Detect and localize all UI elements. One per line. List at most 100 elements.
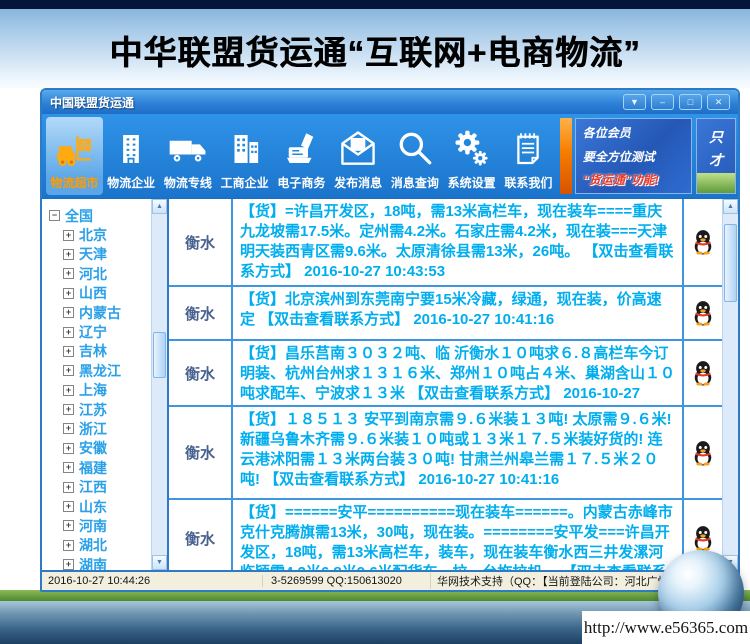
tree-item-label: 天津 [79, 244, 107, 264]
collapse-icon[interactable]: − [49, 210, 60, 221]
expand-icon[interactable]: + [63, 346, 74, 357]
tree-item-label: 安徽 [79, 438, 107, 458]
toolbar-button-publish-message[interactable]: 发布消息 [330, 117, 387, 195]
expand-icon[interactable]: + [63, 404, 74, 415]
expand-icon[interactable]: + [63, 365, 74, 376]
tree-item-province[interactable]: +湖南 [63, 555, 151, 570]
expand-icon[interactable]: + [63, 385, 74, 396]
tree-item-province[interactable]: +山东 [63, 497, 151, 516]
qq-penguin-icon [692, 229, 714, 255]
city-cell: 衡水 [169, 500, 233, 576]
minimize-button[interactable]: – [651, 94, 674, 110]
freight-message-row[interactable]: 衡水 【货】======安平==========现在装车======。内蒙古赤峰… [169, 500, 722, 578]
toolbar-button-label: 发布消息 [334, 174, 382, 191]
expand-icon[interactable]: + [63, 482, 74, 493]
tree-item-province[interactable]: + 天津 [63, 245, 151, 264]
qq-cell[interactable] [684, 341, 722, 405]
tree-item-province[interactable]: +河南 [63, 516, 151, 535]
scrollbar-thumb[interactable] [724, 224, 737, 302]
window-titlebar[interactable]: 中国联盟货运通 ▼ – □ ✕ [42, 90, 738, 114]
building-icon [110, 126, 152, 172]
message-text[interactable]: 【货】１８５１３ 安平到南京需９.６米装１３吨! 太原需９.６米! 新疆乌鲁木齐… [233, 407, 684, 498]
tree-item-province[interactable]: +黑龙江 [63, 361, 151, 380]
tree-item-label: 辽宁 [79, 322, 107, 342]
status-qq-number: 3-5269599 QQ:150613020 [262, 575, 430, 587]
toolbar-button-business-company[interactable]: 工商企业 [216, 117, 273, 195]
expand-icon[interactable]: + [63, 540, 74, 551]
maximize-button[interactable]: □ [679, 94, 702, 110]
sidebar-scrollbar[interactable]: ▲ ▼ [151, 199, 167, 570]
promo-line: 要全方位测试 [583, 148, 685, 165]
expand-icon[interactable]: + [63, 249, 74, 260]
toolbar-button-logistics-company[interactable]: 物流企业 [103, 117, 160, 195]
freight-message-row[interactable]: 衡水 【货】昌乐莒南３０３２吨、临 沂衡水１０吨求６.８高栏车今订明装、杭州台州… [169, 341, 722, 407]
scrollbar-thumb[interactable] [153, 332, 166, 378]
toolbar-button-label: 消息查询 [391, 174, 439, 191]
expand-icon[interactable]: + [63, 327, 74, 338]
tree-item-province[interactable]: +浙江 [63, 419, 151, 438]
expand-icon[interactable]: + [63, 501, 74, 512]
toolbar-button-label: 工商企业 [221, 174, 269, 191]
status-timestamp: 2016-10-27 10:44:26 [48, 575, 196, 587]
tree-item-root[interactable]: − 全国 [49, 206, 151, 225]
tree-item-province[interactable]: +山西 [63, 284, 151, 303]
member-notice-banner: 各位会员 要全方位测试 “货运通”功能! [575, 118, 693, 194]
message-text[interactable]: 【货】昌乐莒南３０３２吨、临 沂衡水１０吨求６.８高栏车今订明装、杭州台州求１３… [233, 341, 684, 405]
content-scrollbar[interactable]: ▲ ▼ [722, 199, 738, 570]
expand-icon[interactable]: + [63, 462, 74, 473]
freight-message-row[interactable]: 衡水 【货】北京滨州到东莞南宁要15米冷藏，绿通，现在装，价高速定 【双击查看联… [169, 287, 722, 341]
tree-item-province[interactable]: +湖北 [63, 536, 151, 555]
notepad-icon [507, 126, 549, 172]
rollup-button[interactable]: ▼ [623, 94, 646, 110]
expand-icon[interactable]: + [63, 288, 74, 299]
scroll-up-icon[interactable]: ▲ [152, 199, 167, 214]
tree-item-province[interactable]: +福建 [63, 458, 151, 477]
ecommerce-icon [280, 126, 322, 172]
toolbar-button-logistics-line[interactable]: 物流专线 [160, 117, 217, 195]
expand-icon[interactable]: + [63, 230, 74, 241]
tree-item-province[interactable]: + 安徽 [63, 439, 151, 458]
toolbar-button-logistics-market[interactable]: 物流超市 [46, 117, 103, 195]
scroll-down-icon[interactable]: ▼ [152, 555, 167, 570]
qq-penguin-icon [692, 440, 714, 466]
qq-penguin-icon [692, 300, 714, 326]
tree-item-province[interactable]: +江苏 [63, 400, 151, 419]
message-text[interactable]: 【货】=许昌开发区，18吨，需13米高栏车，现在装车====重庆九龙坡需17.5… [233, 199, 684, 285]
freight-message-row[interactable]: 衡水 【货】１８５１３ 安平到南京需９.６米装１３吨! 太原需９.６米! 新疆乌… [169, 407, 722, 500]
toolbar-button-message-query[interactable]: 消息查询 [387, 117, 444, 195]
truck-icon [166, 126, 210, 172]
tree-item-label: 上海 [79, 380, 107, 400]
message-text[interactable]: 【货】北京滨州到东莞南宁要15米冷藏，绿通，现在装，价高速定 【双击查看联系方式… [233, 287, 684, 339]
close-button[interactable]: ✕ [707, 94, 730, 110]
scroll-up-icon[interactable]: ▲ [723, 199, 738, 214]
expand-icon[interactable]: + [63, 423, 74, 434]
toolbar-button-system-settings[interactable]: 系统设置 [443, 117, 500, 195]
tree-item-province[interactable]: +江西 [63, 477, 151, 496]
qq-cell[interactable] [684, 287, 722, 339]
expand-icon[interactable]: + [63, 268, 74, 279]
tree-item-province[interactable]: + 北京 [63, 225, 151, 244]
freight-message-row[interactable]: 衡水 【货】=许昌开发区，18吨，需13米高栏车，现在装车====重庆九龙坡需1… [169, 199, 722, 287]
region-tree: − 全国 + 北京 + 天津 +河北 +山西 +内蒙古 + 辽宁 + 吉林 +黑龙江 +… [42, 199, 151, 570]
side-ad-banner: 只 才 [696, 118, 736, 194]
qq-penguin-icon [692, 525, 714, 551]
tree-item-province[interactable]: + 辽宁 [63, 322, 151, 341]
expand-icon[interactable]: + [63, 559, 74, 570]
qq-cell[interactable] [684, 199, 722, 285]
expand-icon[interactable]: + [63, 520, 74, 531]
qq-cell[interactable] [684, 407, 722, 498]
message-text[interactable]: 【货】======安平==========现在装车======。内蒙古赤峰市克什… [233, 500, 684, 576]
message-list: 衡水 【货】=许昌开发区，18吨，需13米高栏车，现在装车====重庆九龙坡需1… [169, 199, 738, 570]
toolbar-button-contact-us[interactable]: 联系我们 [500, 117, 557, 195]
tree-item-province[interactable]: +河北 [63, 264, 151, 283]
tree-item-province[interactable]: + 吉林 [63, 342, 151, 361]
tree-item-label: 北京 [79, 225, 107, 245]
page-title: 中华联盟货运通“互联网+电商物流” [0, 26, 750, 74]
city-cell: 衡水 [169, 407, 233, 498]
expand-icon[interactable]: + [63, 307, 74, 318]
tree-item-province[interactable]: + 上海 [63, 381, 151, 400]
toolbar-button-ecommerce[interactable]: 电子商务 [273, 117, 330, 195]
tree-item-province[interactable]: +内蒙古 [63, 303, 151, 322]
expand-icon[interactable]: + [63, 443, 74, 454]
tree-item-label: 吉林 [79, 341, 107, 361]
